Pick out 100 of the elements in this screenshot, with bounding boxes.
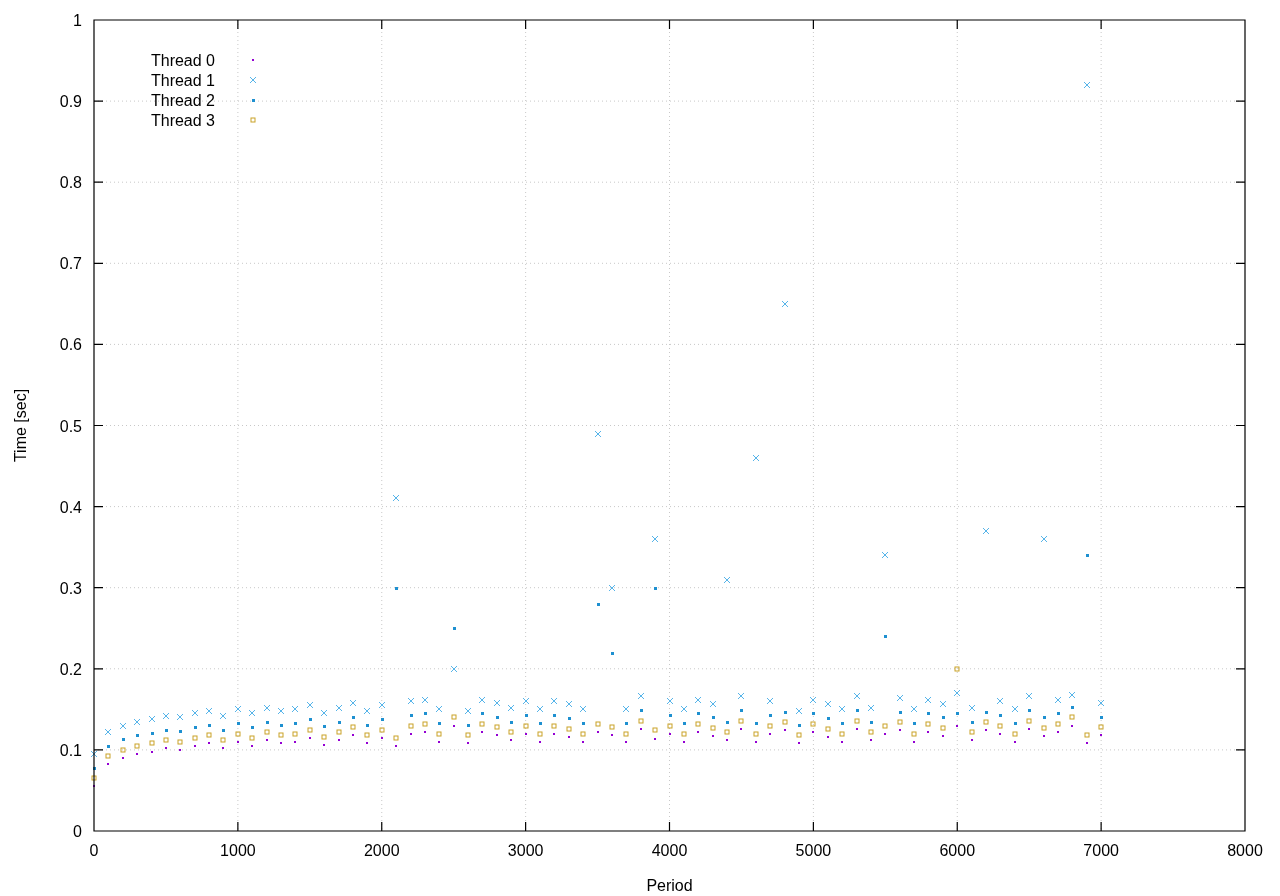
data-point (350, 724, 356, 730)
data-point (163, 737, 169, 743)
data-point (423, 711, 427, 715)
tick-label: 0.3 (59, 579, 82, 597)
data-point (869, 720, 873, 724)
data-point (235, 731, 241, 737)
data-point (637, 692, 645, 700)
data-point (552, 713, 556, 717)
data-point (953, 689, 961, 697)
data-point (653, 586, 657, 590)
data-point (881, 551, 889, 559)
data-point (710, 725, 716, 731)
data-point (1099, 715, 1103, 719)
tick-label: 1 (73, 12, 82, 29)
data-point (910, 705, 918, 713)
data-point (912, 721, 916, 725)
tick-label: 6000 (939, 842, 976, 859)
data-point (1097, 699, 1105, 707)
data-point (868, 729, 874, 735)
data-point (639, 708, 643, 712)
data-point (840, 721, 844, 725)
data-point (1069, 714, 1075, 720)
data-point (277, 707, 285, 715)
data-point (652, 727, 658, 733)
data-point (306, 701, 314, 709)
data-point (567, 716, 571, 720)
tick-label: 0 (89, 842, 99, 859)
data-point (767, 723, 773, 729)
data-point (536, 705, 544, 713)
data-point (264, 729, 270, 735)
data-point (422, 721, 428, 727)
data-point (149, 740, 155, 746)
data-point (206, 732, 212, 738)
data-point (638, 718, 644, 724)
data-point (855, 708, 859, 712)
data-point (207, 723, 211, 727)
legend-label: Thread 3 (150, 112, 215, 129)
legend-label: Thread 0 (150, 52, 215, 69)
data-point (162, 712, 170, 720)
data-point (723, 576, 731, 584)
data-point (466, 723, 470, 727)
data-point (479, 721, 485, 727)
legend-label: Thread 1 (150, 72, 215, 89)
data-point (1025, 692, 1033, 700)
data-point (219, 712, 227, 720)
data-point (380, 717, 384, 721)
data-point (982, 527, 990, 535)
legend-label: Thread 2 (150, 92, 215, 109)
data-point (421, 696, 429, 704)
data-point (680, 705, 688, 713)
data-point (809, 696, 817, 704)
data-point (754, 721, 758, 725)
data-point (551, 723, 557, 729)
data-point (321, 734, 327, 740)
tick-label: 0.2 (59, 660, 82, 678)
data-point (838, 705, 846, 713)
data-point (897, 719, 903, 725)
data-point (797, 723, 801, 727)
tick-label: 1000 (220, 842, 256, 859)
data-point (177, 739, 183, 745)
data-point (595, 721, 601, 727)
data-point (594, 430, 602, 438)
data-point (783, 710, 787, 714)
data-point (248, 709, 256, 717)
tick-label: 0.4 (59, 498, 82, 516)
data-point (378, 701, 386, 709)
data-point (106, 744, 110, 748)
data-point (337, 720, 341, 724)
data-point (853, 692, 861, 700)
data-point (795, 707, 803, 715)
data-point (148, 715, 156, 723)
tick-label: 0.8 (59, 174, 82, 192)
data-point (796, 732, 802, 738)
data-point (1041, 725, 1047, 731)
data-point (450, 665, 458, 673)
data-point (954, 666, 960, 672)
data-point (1027, 708, 1031, 712)
data-point (609, 724, 615, 730)
data-point (724, 729, 730, 735)
tick-label: 0.1 (59, 741, 82, 759)
data-point (1083, 81, 1091, 89)
tick-label: 5000 (795, 842, 832, 859)
data-point (623, 731, 629, 737)
data-point (494, 724, 500, 730)
data-point (435, 705, 443, 713)
data-point (493, 699, 501, 707)
data-point (911, 731, 917, 737)
data-point (782, 719, 788, 725)
data-point (1011, 705, 1019, 713)
tick-label: 0.7 (59, 255, 82, 273)
data-point (968, 704, 976, 712)
data-point (178, 729, 182, 733)
data-point (379, 727, 385, 733)
data-point (955, 711, 959, 715)
data-point (92, 766, 96, 770)
data-point (896, 694, 904, 702)
data-point (737, 692, 745, 700)
data-point (363, 707, 371, 715)
data-point (150, 731, 154, 735)
data-point (522, 697, 530, 705)
